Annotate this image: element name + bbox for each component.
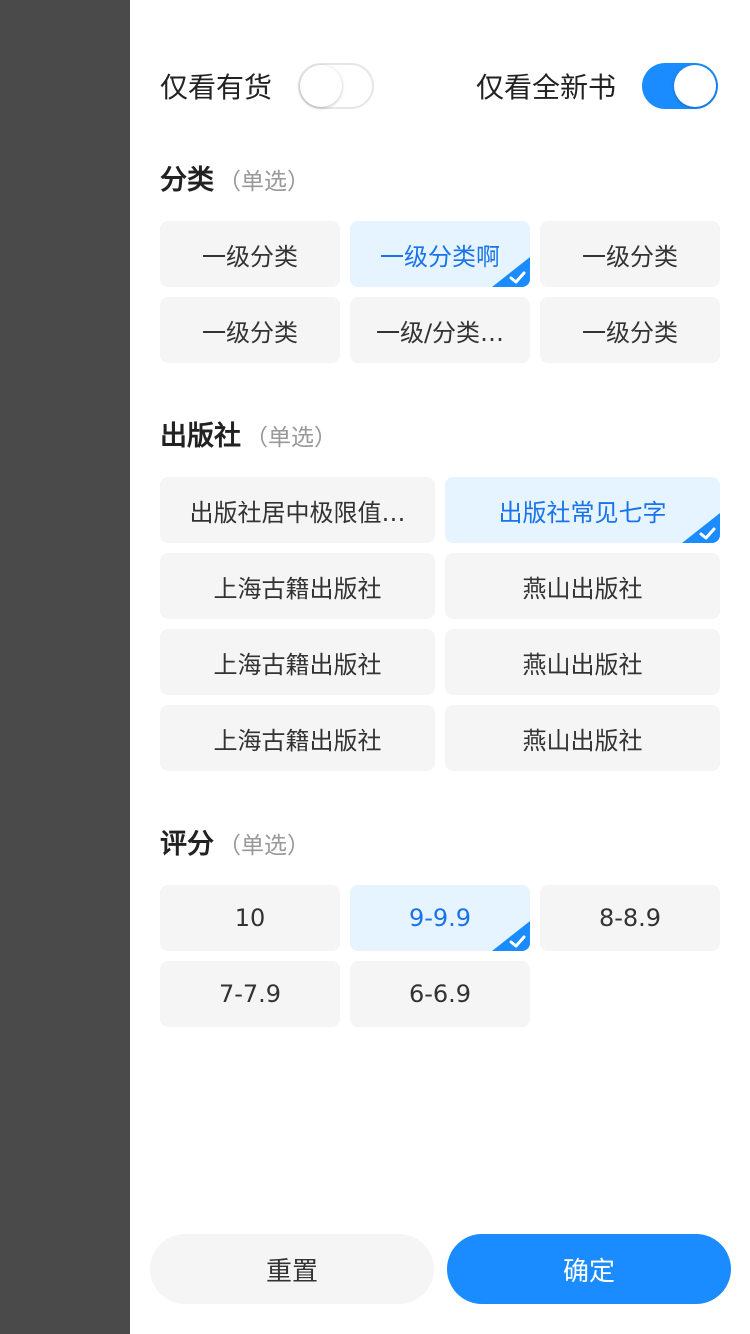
publisher-option[interactable]: 上海古籍出版社: [160, 705, 435, 771]
publisher-option[interactable]: 燕山出版社: [445, 705, 720, 771]
new-only-label: 仅看全新书: [476, 71, 617, 104]
rating-option[interactable]: 7-7.9: [160, 961, 340, 1027]
overlay-scrim[interactable]: [0, 0, 130, 1334]
publisher-option[interactable]: 燕山出版社: [445, 553, 720, 619]
rating-option[interactable]: 6-6.9: [350, 961, 530, 1027]
category-option[interactable]: 一级分类: [540, 297, 720, 363]
rating-title-text: 评分: [160, 829, 214, 860]
publisher-option[interactable]: 燕山出版社: [445, 629, 720, 695]
category-option-label: 一级分类: [582, 318, 678, 347]
publisher-option[interactable]: 出版社居中极限值…: [160, 477, 435, 543]
publisher-option-label: 出版社常见七字: [498, 498, 667, 527]
category-option-label: 一级/分类…: [375, 318, 505, 347]
rating-option-label: 6-6.9: [408, 980, 472, 1008]
check-icon: [492, 921, 530, 951]
toggle-knob: [300, 65, 343, 107]
rating-option-label: 8-8.9: [598, 904, 662, 932]
category-option-label: 一级分类: [202, 318, 298, 347]
check-icon: [492, 257, 530, 287]
publisher-title: 出版社 （单选）: [160, 414, 337, 453]
category-option[interactable]: 一级分类: [160, 297, 340, 363]
publisher-option-label: 燕山出版社: [522, 574, 643, 603]
category-option[interactable]: 一级分类: [540, 221, 720, 287]
publisher-title-text: 出版社: [160, 421, 241, 452]
category-option-label: 一级分类: [582, 242, 678, 271]
publisher-option-label: 上海古籍出版社: [213, 726, 382, 755]
rating-hint: （单选）: [218, 833, 310, 859]
in-stock-row: 仅看有货: [160, 62, 375, 110]
category-title: 分类 （单选）: [160, 158, 310, 197]
new-only-row: 仅看全新书: [476, 62, 719, 110]
check-icon: [682, 513, 720, 543]
rating-option[interactable]: 9-9.9: [350, 885, 530, 951]
category-option-label: 一级分类: [202, 242, 298, 271]
category-option-label: 一级分类啊: [380, 242, 500, 271]
publisher-option-label: 上海古籍出版社: [213, 574, 382, 603]
publisher-option-label: 上海古籍出版社: [213, 650, 382, 679]
reset-button[interactable]: 重置: [150, 1234, 434, 1304]
publisher-option[interactable]: 出版社常见七字: [445, 477, 720, 543]
publisher-hint: （单选）: [245, 425, 337, 451]
publisher-option-label: 燕山出版社: [522, 726, 643, 755]
category-option[interactable]: 一级分类啊: [350, 221, 530, 287]
publisher-option[interactable]: 上海古籍出版社: [160, 629, 435, 695]
category-title-text: 分类: [160, 165, 214, 196]
rating-option-label: 10: [234, 904, 266, 932]
confirm-button[interactable]: 确定: [447, 1234, 731, 1304]
publisher-option-label: 出版社居中极限值…: [189, 498, 406, 527]
rating-option[interactable]: 8-8.9: [540, 885, 720, 951]
publisher-option-label: 燕山出版社: [522, 650, 643, 679]
rating-option-label: 7-7.9: [218, 980, 282, 1008]
publisher-option[interactable]: 上海古籍出版社: [160, 553, 435, 619]
category-option[interactable]: 一级分类: [160, 221, 340, 287]
new-only-toggle[interactable]: [642, 63, 719, 109]
category-hint: （单选）: [218, 169, 310, 195]
filter-drawer: 仅看有货 仅看全新书 分类 （单选） 一级分类 一级分类啊 一级分类 一级分类 一级/分类…: [130, 0, 750, 1334]
rating-option[interactable]: 10: [160, 885, 340, 951]
rating-title: 评分 （单选）: [160, 822, 310, 861]
toggle-knob: [674, 65, 717, 107]
in-stock-toggle[interactable]: [298, 63, 375, 109]
in-stock-label: 仅看有货: [160, 71, 273, 104]
rating-option-label: 9-9.9: [408, 904, 472, 932]
category-option[interactable]: 一级/分类…: [350, 297, 530, 363]
